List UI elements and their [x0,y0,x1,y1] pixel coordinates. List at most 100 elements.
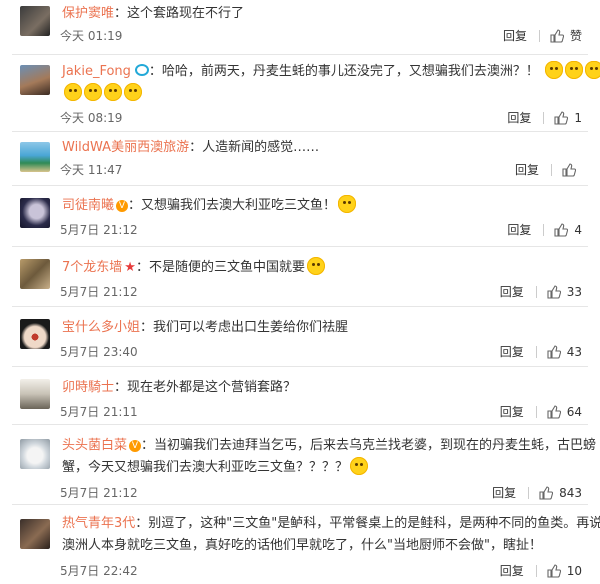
like-count: 33 [566,284,582,299]
like-count: 64 [566,404,582,419]
comment-item: 司徒南曦 V ：又想骗我们去澳大利亚吃三文鱼！ 5月7日 21:12 回复 4 [0,186,600,247]
comment-text: 哈哈，前两天，丹麦生蚝的事儿还没完了，又想骗我们去澳洲？！ [161,64,539,79]
username[interactable]: 卯時騎士 [62,380,114,395]
avatar[interactable] [20,65,50,95]
divider [535,405,537,418]
colon: ： [140,320,154,335]
thumbs-up-icon [562,162,576,177]
timestamp: 今天 11:47 [60,163,123,177]
like-button[interactable]: 33 [547,285,582,299]
smile-emoji-icon [104,83,122,101]
cat-emoji-icon [565,61,584,79]
comment-text-continued: 澳洲人本身就吃三文鱼，真好吃的话他们早就吃了，什么"当地厨师不会做"，瞎扯！ [62,538,542,553]
username[interactable]: 热气青年3代 [62,516,135,531]
thumbs-up-icon [547,344,561,359]
comment-item: 头头菌白菜 V ：当初骗我们去迪拜当乞丐，后来去乌克兰找老婆，到现在的丹麦生蚝，古巴… [0,425,600,505]
avatar[interactable] [20,319,50,349]
like-button[interactable]: 64 [547,405,582,419]
reply-button[interactable]: 回复 [500,343,524,360]
colon: ： [148,64,162,79]
avatar[interactable] [20,198,50,228]
thumbs-up-icon [539,485,554,500]
divider [551,163,552,176]
smile-emoji-icon [64,83,82,101]
like-button[interactable]: 43 [547,345,582,359]
like-button[interactable]: 4 [554,223,582,237]
colon: ： [128,198,142,213]
colon: ： [189,140,203,155]
username[interactable]: WildWA美丽西澳旅游 [62,140,189,155]
reply-button[interactable]: 回复 [500,283,524,300]
username[interactable]: 7个龙东墙 [62,260,122,275]
comment-item: 卯時騎士：现在老外都是这个营销套路？ 5月7日 21:11 回复 64 [0,367,600,425]
comment-text: 又想骗我们去澳大利亚吃三文鱼！ [141,198,337,213]
username[interactable]: 宝什么多小姐 [62,320,140,335]
cat-emoji-icon [585,61,600,79]
smile-emoji-icon [350,457,369,475]
comment-text: 现在老外都是这个营销套路？ [127,380,297,395]
timestamp: 5月7日 23:40 [60,345,138,359]
comment-item: 保护窦唯：这个套路现在不行了 今天 01:19 回复 赞 [0,0,600,55]
avatar[interactable] [20,259,50,289]
reply-button[interactable]: 回复 [492,484,516,501]
colon: ： [114,380,128,395]
timestamp: 今天 01:19 [60,29,123,43]
like-button[interactable]: 赞 [550,27,582,44]
smile-emoji-icon [306,257,325,275]
username[interactable]: 司徒南曦 [62,198,114,213]
smile-emoji-icon [84,83,102,101]
username[interactable]: 头头菌白菜 [62,438,127,453]
thumbs-up-icon [550,28,564,43]
star-icon: ★ [124,260,136,275]
cat-emoji-icon [545,61,564,79]
comment-item: Jakie_Fong ：哈哈，前两天，丹麦生蚝的事儿还没完了，又想骗我们去澳洲？！… [0,55,600,132]
like-button[interactable]: 1 [554,111,582,125]
colon: ： [141,438,155,453]
like-button[interactable] [562,162,582,177]
divider [543,223,545,236]
comment-list: 保护窦唯：这个套路现在不行了 今天 01:19 回复 赞 Jakie_Fong ：… [0,0,600,584]
like-button[interactable]: 843 [539,486,582,500]
reply-button[interactable]: 回复 [500,562,524,579]
comment-item: 7个龙东墙 ★：不是随便的三文鱼中国就要 5月7日 21:12 回复 33 [0,247,600,307]
comment-item: 宝什么多小姐：我们可以考虑出口生姜给你们祛腥 5月7日 23:40 回复 43 [0,307,600,367]
reply-button[interactable]: 回复 [500,403,524,420]
thumbs-up-icon [547,563,561,578]
divider [528,486,530,499]
camera-icon [134,64,149,76]
reply-button[interactable]: 回复 [503,27,527,44]
reply-button[interactable]: 回复 [507,109,531,126]
divider [543,111,545,124]
divider [535,564,537,577]
comment-text-continued: 蟹，今天又想骗我们去澳大利亚吃三文鱼？？？？ [62,460,349,475]
comment-text: 我们可以考虑出口生姜给你们祛腥 [153,320,349,335]
avatar[interactable] [20,519,50,549]
avatar[interactable] [20,379,50,409]
like-count: 10 [566,563,582,578]
avatar[interactable] [20,6,50,36]
avatar[interactable] [20,439,50,469]
username[interactable]: Jakie_Fong [62,64,131,79]
colon: ： [135,260,149,275]
vip-icon: V [129,440,142,452]
reply-button[interactable]: 回复 [507,221,531,238]
comment-text: 当初骗我们去迪拜当乞丐，后来去乌克兰找老婆，到现在的丹麦生蚝，古巴螃 [154,438,597,453]
thumbs-up-icon [554,110,569,125]
comment-text: 别逗了，这种"三文鱼"是鲈科，平常餐桌上的是鲑科，是两种不同的鱼类。再说了， [148,516,600,531]
like-count: 843 [559,485,582,500]
timestamp: 5月7日 21:12 [60,486,138,500]
avatar[interactable] [20,142,50,172]
comment-text: 不是随便的三文鱼中国就要 [148,260,305,275]
username[interactable]: 保护窦唯 [62,6,114,21]
timestamp: 5月7日 21:12 [60,285,138,299]
like-count: 4 [574,222,582,237]
thumbs-up-icon [547,404,561,419]
comment-item: 热气青年3代：别逗了，这种"三文鱼"是鲈科，平常餐桌上的是鲑科，是两种不同的鱼类… [0,505,600,584]
comment-item: WildWA美丽西澳旅游：人造新闻的感觉…… 今天 11:47 回复 [0,132,600,186]
colon: ： [135,516,149,531]
like-label: 赞 [569,29,582,43]
divider [535,345,537,358]
thumbs-up-icon [547,284,561,299]
reply-button[interactable]: 回复 [515,161,539,178]
like-button[interactable]: 10 [547,564,582,578]
